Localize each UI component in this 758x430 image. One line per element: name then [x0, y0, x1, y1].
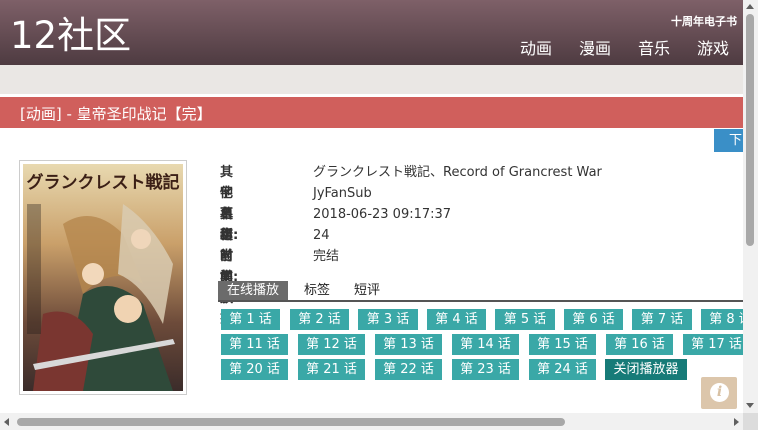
- nav-games[interactable]: 游戏: [697, 38, 729, 60]
- nav-music[interactable]: 音乐: [638, 38, 670, 60]
- episode-button[interactable]: 第 11 话: [221, 334, 288, 355]
- episode-button[interactable]: 第 24 话: [529, 359, 596, 380]
- site-header: 12社区 十周年电子书 动画 漫画 音乐 游戏: [0, 0, 743, 65]
- page-title-bar: [动画] - 皇帝圣印战记【完】: [0, 97, 743, 128]
- vertical-scroll-thumb[interactable]: [746, 14, 754, 246]
- nav-manga[interactable]: 漫画: [579, 38, 611, 60]
- page: 12社区 十周年电子书 动画 漫画 音乐 游戏 [动画] - 皇帝圣印战记【完】…: [0, 0, 743, 413]
- episode-button[interactable]: 第 2 话: [290, 309, 349, 330]
- tab-online-play[interactable]: 在线播放: [218, 281, 289, 300]
- content-tabs: 在线播放 标签 短评: [218, 281, 743, 302]
- download-button[interactable]: 下: [714, 129, 743, 152]
- episode-button[interactable]: 第 7 话: [632, 309, 692, 330]
- episode-button[interactable]: 第 21 话: [298, 359, 365, 380]
- scroll-right-arrow-icon[interactable]: [734, 418, 739, 426]
- episode-button[interactable]: 第 3 话: [358, 309, 418, 330]
- poster-title-text: グランクレスト戦記: [27, 172, 180, 193]
- main-nav: 动画 漫画 音乐 游戏: [493, 38, 729, 60]
- episode-button[interactable]: 第 22 话: [375, 359, 442, 380]
- scroll-up-arrow-icon[interactable]: [746, 4, 754, 9]
- info-value: JyFanSub: [313, 186, 372, 201]
- close-player-button[interactable]: 关闭播放器: [605, 359, 687, 380]
- episode-button[interactable]: 第 12 话: [298, 334, 365, 355]
- info-value: グランクレスト戦記、Record of Grancrest War: [313, 165, 602, 180]
- info-button[interactable]: i: [701, 377, 737, 409]
- episode-button[interactable]: 第 1 话: [221, 309, 280, 330]
- scroll-left-arrow-icon[interactable]: [4, 418, 9, 426]
- vertical-scrollbar[interactable]: [743, 0, 758, 413]
- anniversary-ebook-link[interactable]: 十周年电子书: [671, 13, 737, 29]
- info-icon: i: [710, 383, 729, 402]
- horizontal-scrollbar[interactable]: [0, 413, 743, 430]
- episode-button[interactable]: 第 23 话: [452, 359, 519, 380]
- info-value: 完结: [313, 249, 340, 264]
- site-logo[interactable]: 12社区: [10, 14, 131, 58]
- episode-button[interactable]: 第 16 话: [606, 334, 673, 355]
- horizontal-scroll-thumb[interactable]: [17, 418, 565, 426]
- episode-button[interactable]: 第 17 话: [683, 334, 743, 355]
- episode-button[interactable]: 第 13 话: [375, 334, 442, 355]
- scrollbar-corner: [743, 413, 758, 430]
- info-value: 2018-06-23 09:17:37: [313, 207, 452, 222]
- tab-tags[interactable]: 标签: [295, 281, 339, 300]
- poster-image: グランクレスト戦記: [19, 160, 187, 395]
- page-title: [动画] - 皇帝圣印战记【完】: [20, 105, 212, 123]
- episode-button[interactable]: 第 14 话: [452, 334, 519, 355]
- sub-header-strip: [0, 65, 743, 94]
- episode-button[interactable]: 第 8 话: [701, 309, 743, 330]
- poster-artwork: グランクレスト戦記: [23, 164, 183, 391]
- info-value: 24: [313, 228, 330, 243]
- episode-button[interactable]: 第 4 话: [427, 309, 486, 330]
- episode-button[interactable]: 第 5 话: [495, 309, 555, 330]
- tab-short-reviews[interactable]: 短评: [345, 281, 389, 300]
- nav-anime[interactable]: 动画: [520, 38, 552, 60]
- episode-button[interactable]: 第 20 话: [221, 359, 288, 380]
- episode-button[interactable]: 第 15 话: [529, 334, 596, 355]
- scroll-down-arrow-icon[interactable]: [746, 403, 754, 408]
- episode-button[interactable]: 第 6 话: [564, 309, 623, 330]
